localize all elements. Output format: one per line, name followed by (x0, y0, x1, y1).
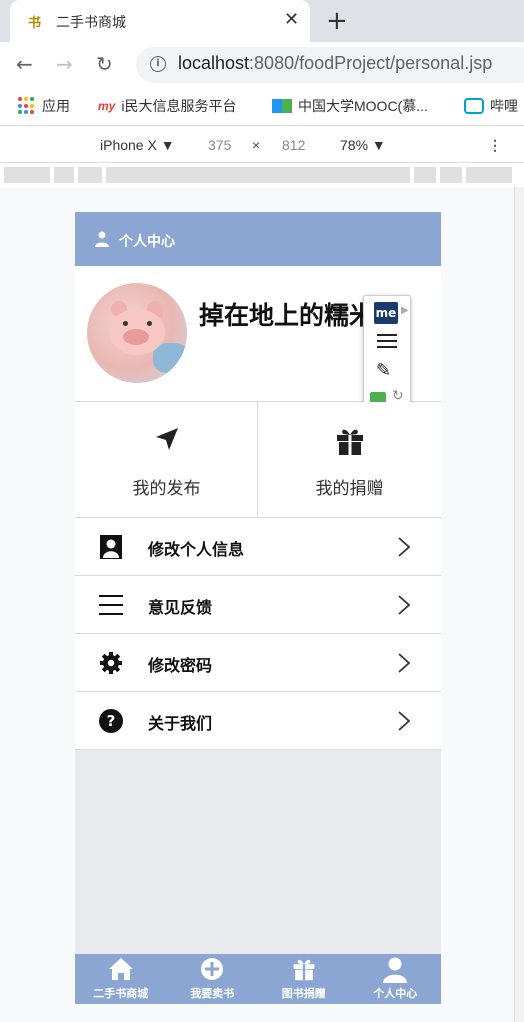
reload-icon[interactable]: ↻ (96, 52, 113, 76)
menu-item-about-us[interactable]: ? 关于我们 (75, 692, 441, 750)
more-options-icon[interactable]: ⋮ (488, 137, 502, 154)
page-header: 个人中心 (75, 212, 441, 266)
bookmark-bilibili[interactable]: 哔哩 (464, 96, 518, 116)
tab-home[interactable]: 二手书商城 (75, 954, 167, 1004)
bookmark-label: i民大信息服务平台 (121, 98, 237, 114)
bookmark-label: 中国大学MOOC(慕... (298, 98, 428, 114)
device-select[interactable]: iPhone X ▼ (100, 137, 175, 153)
bookmark-label: 应用 (42, 98, 70, 114)
chevron-right-icon (398, 711, 411, 731)
home-icon (75, 957, 167, 985)
zoom-select[interactable]: 78% ▼ (340, 137, 386, 153)
forward-arrow-icon[interactable]: → (56, 52, 73, 76)
bookmarks-bar: 应用 my i民大信息服务平台 中国大学MOOC(慕... 哔哩 (0, 88, 524, 126)
send-arrow-icon (75, 426, 258, 456)
address-bar[interactable]: i localhost:8080/foodProject/personal.js… (136, 47, 524, 83)
media-query-ruler (0, 163, 524, 187)
tab-title: 二手书商城 (56, 14, 126, 30)
bilibili-logo-icon (464, 98, 484, 114)
url-text: localhost:8080/foodProject/personal.jsp (178, 53, 493, 73)
mooc-logo-icon (272, 99, 292, 113)
menu-label: 关于我们 (148, 714, 213, 733)
tab-personal-center[interactable]: 个人中心 (350, 954, 442, 1004)
new-tab-button[interactable]: + (326, 6, 348, 36)
gift-icon (258, 957, 350, 985)
avatar[interactable] (87, 283, 187, 383)
menu-item-change-password[interactable]: 修改密码 (75, 634, 441, 692)
action-label: 我的捐赠 (315, 479, 384, 499)
expand-arrow-icon[interactable]: ▶ (401, 305, 409, 316)
gift-icon (258, 426, 441, 460)
user-card-icon (100, 535, 122, 559)
person-icon (95, 231, 109, 247)
tab-label: 二手书商城 (93, 987, 149, 1000)
devtools-panel-edge (514, 187, 524, 1022)
tab-sell-book[interactable]: 我要卖书 (167, 954, 259, 1004)
quick-actions: 我的发布 我的捐赠 (75, 402, 441, 518)
bookmark-mooc[interactable]: 中国大学MOOC(慕... (272, 96, 428, 116)
menu-label: 修改个人信息 (148, 540, 245, 559)
browser-toolbar: ← → ↻ i localhost:8080/foodProject/perso… (0, 42, 524, 88)
back-arrow-icon[interactable]: ← (16, 52, 33, 76)
gear-icon (100, 652, 122, 674)
device-toolbar: iPhone X ▼ 375 × 812 78% ▼ ⋮ (0, 127, 524, 163)
menu-label: 意见反馈 (148, 598, 213, 617)
action-label: 我的发布 (132, 479, 201, 499)
phone-page: 个人中心 掉在地上的糯米饭 me ▶ ✎ ↻ ! 我的 (75, 212, 441, 1004)
site-info-icon[interactable]: i (150, 56, 166, 72)
magic-wand-icon[interactable]: ✎ (376, 360, 391, 381)
tab-close-icon[interactable]: ✕ (284, 9, 299, 30)
my-donations-button[interactable]: 我的捐赠 (258, 402, 441, 518)
tab-label: 我要卖书 (190, 987, 235, 1000)
profile-card: 掉在地上的糯米饭 me ▶ ✎ ↻ ! (75, 266, 441, 431)
browser-tab[interactable]: 书 二手书商城 ✕ (10, 0, 310, 42)
chevron-right-icon (398, 653, 411, 673)
question-circle-icon: ? (99, 709, 123, 733)
me-extension-icon[interactable]: me (374, 302, 398, 324)
plus-circle-icon (167, 957, 259, 985)
menu-item-edit-profile[interactable]: 修改个人信息 (75, 518, 441, 576)
bottom-tab-bar: 二手书商城 我要卖书 图书捐赠 个人中心 (75, 954, 441, 1004)
bookmark-apps[interactable]: 应用 (18, 96, 70, 116)
person-icon (350, 957, 442, 987)
settings-menu: 修改个人信息 意见反馈 修改密码 ? 关于我们 (75, 518, 441, 750)
menu-icon[interactable] (377, 334, 397, 352)
menu-label: 修改密码 (148, 656, 213, 675)
tab-favicon-icon: 书 (28, 16, 42, 31)
list-lines-icon (99, 595, 123, 615)
tab-book-donation[interactable]: 图书捐赠 (258, 954, 350, 1004)
bookmark-imu[interactable]: my i民大信息服务平台 (98, 96, 236, 116)
my-posts-button[interactable]: 我的发布 (75, 402, 258, 518)
tab-label: 图书捐赠 (281, 987, 326, 1000)
page-title: 个人中心 (119, 234, 175, 250)
menu-item-feedback[interactable]: 意见反馈 (75, 576, 441, 634)
chevron-right-icon (398, 595, 411, 615)
device-height-input[interactable]: 812 (282, 137, 305, 153)
bookmark-label: 哔哩 (490, 98, 518, 114)
dimension-times: × (252, 137, 261, 153)
browser-tab-strip: 书 二手书商城 ✕ + (0, 0, 524, 42)
my-logo-icon: my (98, 99, 116, 113)
svg-text:?: ? (107, 712, 116, 730)
apps-grid-icon (18, 97, 36, 115)
tab-label: 个人中心 (373, 987, 418, 1000)
device-width-input[interactable]: 375 (208, 137, 231, 153)
chevron-right-icon (398, 537, 411, 557)
